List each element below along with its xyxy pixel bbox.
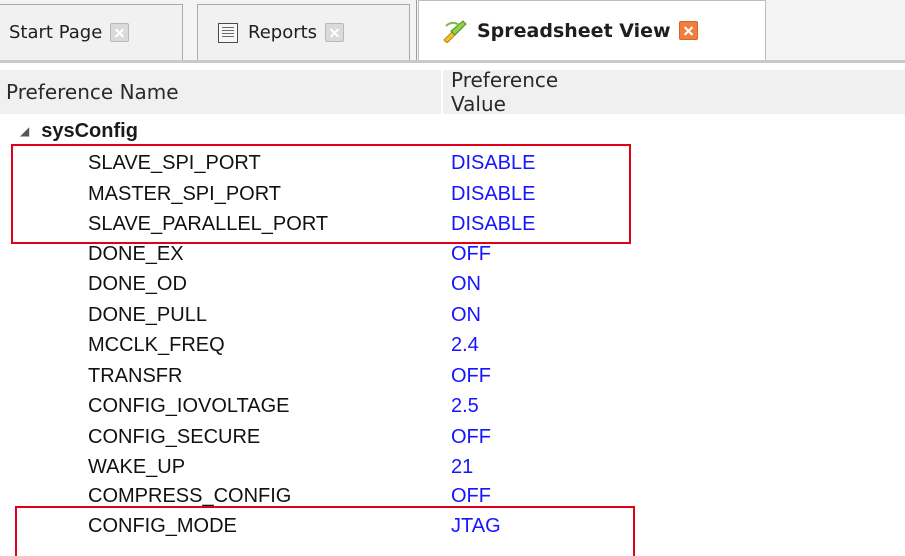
column-header-preference-value[interactable]: Preference Value [443,68,613,116]
close-icon[interactable] [110,23,130,42]
close-icon[interactable] [678,21,698,40]
preference-value[interactable]: DISABLE [451,183,535,206]
preference-value[interactable]: ON [451,304,481,327]
preference-name: SLAVE_SPI_PORT [88,152,261,174]
spreadsheet-icon [441,19,467,44]
tree-group-sysconfig[interactable]: ◢ sysConfig [0,120,138,142]
preference-value[interactable]: JTAG [451,515,501,538]
table-row[interactable]: CONFIG_IOVOLTAGE 2.5 [0,392,640,421]
tab-spreadsheet-view[interactable]: Spreadsheet View [418,0,766,60]
tab-start-page[interactable]: Start Page [0,4,183,60]
preference-name: WAKE_UP [88,456,186,478]
tab-divider [416,0,417,60]
preference-value[interactable]: ON [451,273,481,296]
column-header: Preference Name Preference Value [0,68,905,116]
preference-value[interactable]: 21 [451,456,473,479]
table-row[interactable]: DONE_PULL ON [0,301,640,330]
column-header-label: Preference Value [451,68,559,116]
preference-value[interactable]: 2.5 [451,395,479,418]
table-row[interactable]: DONE_OD ON [0,270,640,299]
tab-label: Spreadsheet View [477,19,671,42]
preference-name: DONE_PULL [88,304,207,326]
expand-triangle-icon[interactable]: ◢ [20,124,29,138]
tab-label: Reports [248,22,318,43]
preference-value[interactable]: 2.4 [451,334,479,357]
header-divider [597,114,905,116]
preference-value[interactable]: DISABLE [451,152,535,175]
preference-name: SLAVE_PARALLEL_PORT [88,213,329,235]
preference-value[interactable]: OFF [451,426,491,449]
table-row[interactable]: SLAVE_SPI_PORT DISABLE [0,149,640,178]
preference-value[interactable]: DISABLE [451,213,535,236]
table-row[interactable]: DONE_EX OFF [0,240,640,269]
preference-value[interactable]: OFF [451,485,491,508]
editor-tab-bar: Start Page Reports Spreadsheet View [0,0,905,63]
preference-name: TRANSFR [88,365,183,387]
preference-name: CONFIG_IOVOLTAGE [88,395,290,417]
group-label: sysConfig [41,119,138,142]
preference-value[interactable]: OFF [451,243,491,266]
column-header-label: Preference Name [6,80,179,104]
preference-value[interactable]: OFF [451,365,491,388]
column-header-preference-name[interactable]: Preference Name [6,70,436,114]
table-row[interactable]: CONFIG_MODE JTAG [0,512,640,541]
table-row[interactable]: CONFIG_SECURE OFF [0,423,640,452]
preference-name: CONFIG_SECURE [88,426,261,448]
reports-icon [218,22,238,43]
table-row[interactable]: TRANSFR OFF [0,362,640,391]
table-row[interactable]: SLAVE_PARALLEL_PORT DISABLE [0,210,640,239]
preference-name: DONE_EX [88,243,184,265]
preference-name: CONFIG_MODE [88,515,237,537]
table-row[interactable]: WAKE_UP 21 [0,453,640,482]
tab-label: Start Page [9,22,103,43]
table-row[interactable]: MASTER_SPI_PORT DISABLE [0,180,640,209]
close-icon[interactable] [325,23,345,42]
preference-name: COMPRESS_CONFIG [88,485,292,507]
table-row[interactable]: MCCLK_FREQ 2.4 [0,331,640,360]
preference-name: DONE_OD [88,273,187,295]
preference-name: MASTER_SPI_PORT [88,183,282,205]
preference-name: MCCLK_FREQ [88,334,225,356]
tab-reports[interactable]: Reports [197,4,410,60]
table-row[interactable]: COMPRESS_CONFIG OFF [0,482,640,511]
